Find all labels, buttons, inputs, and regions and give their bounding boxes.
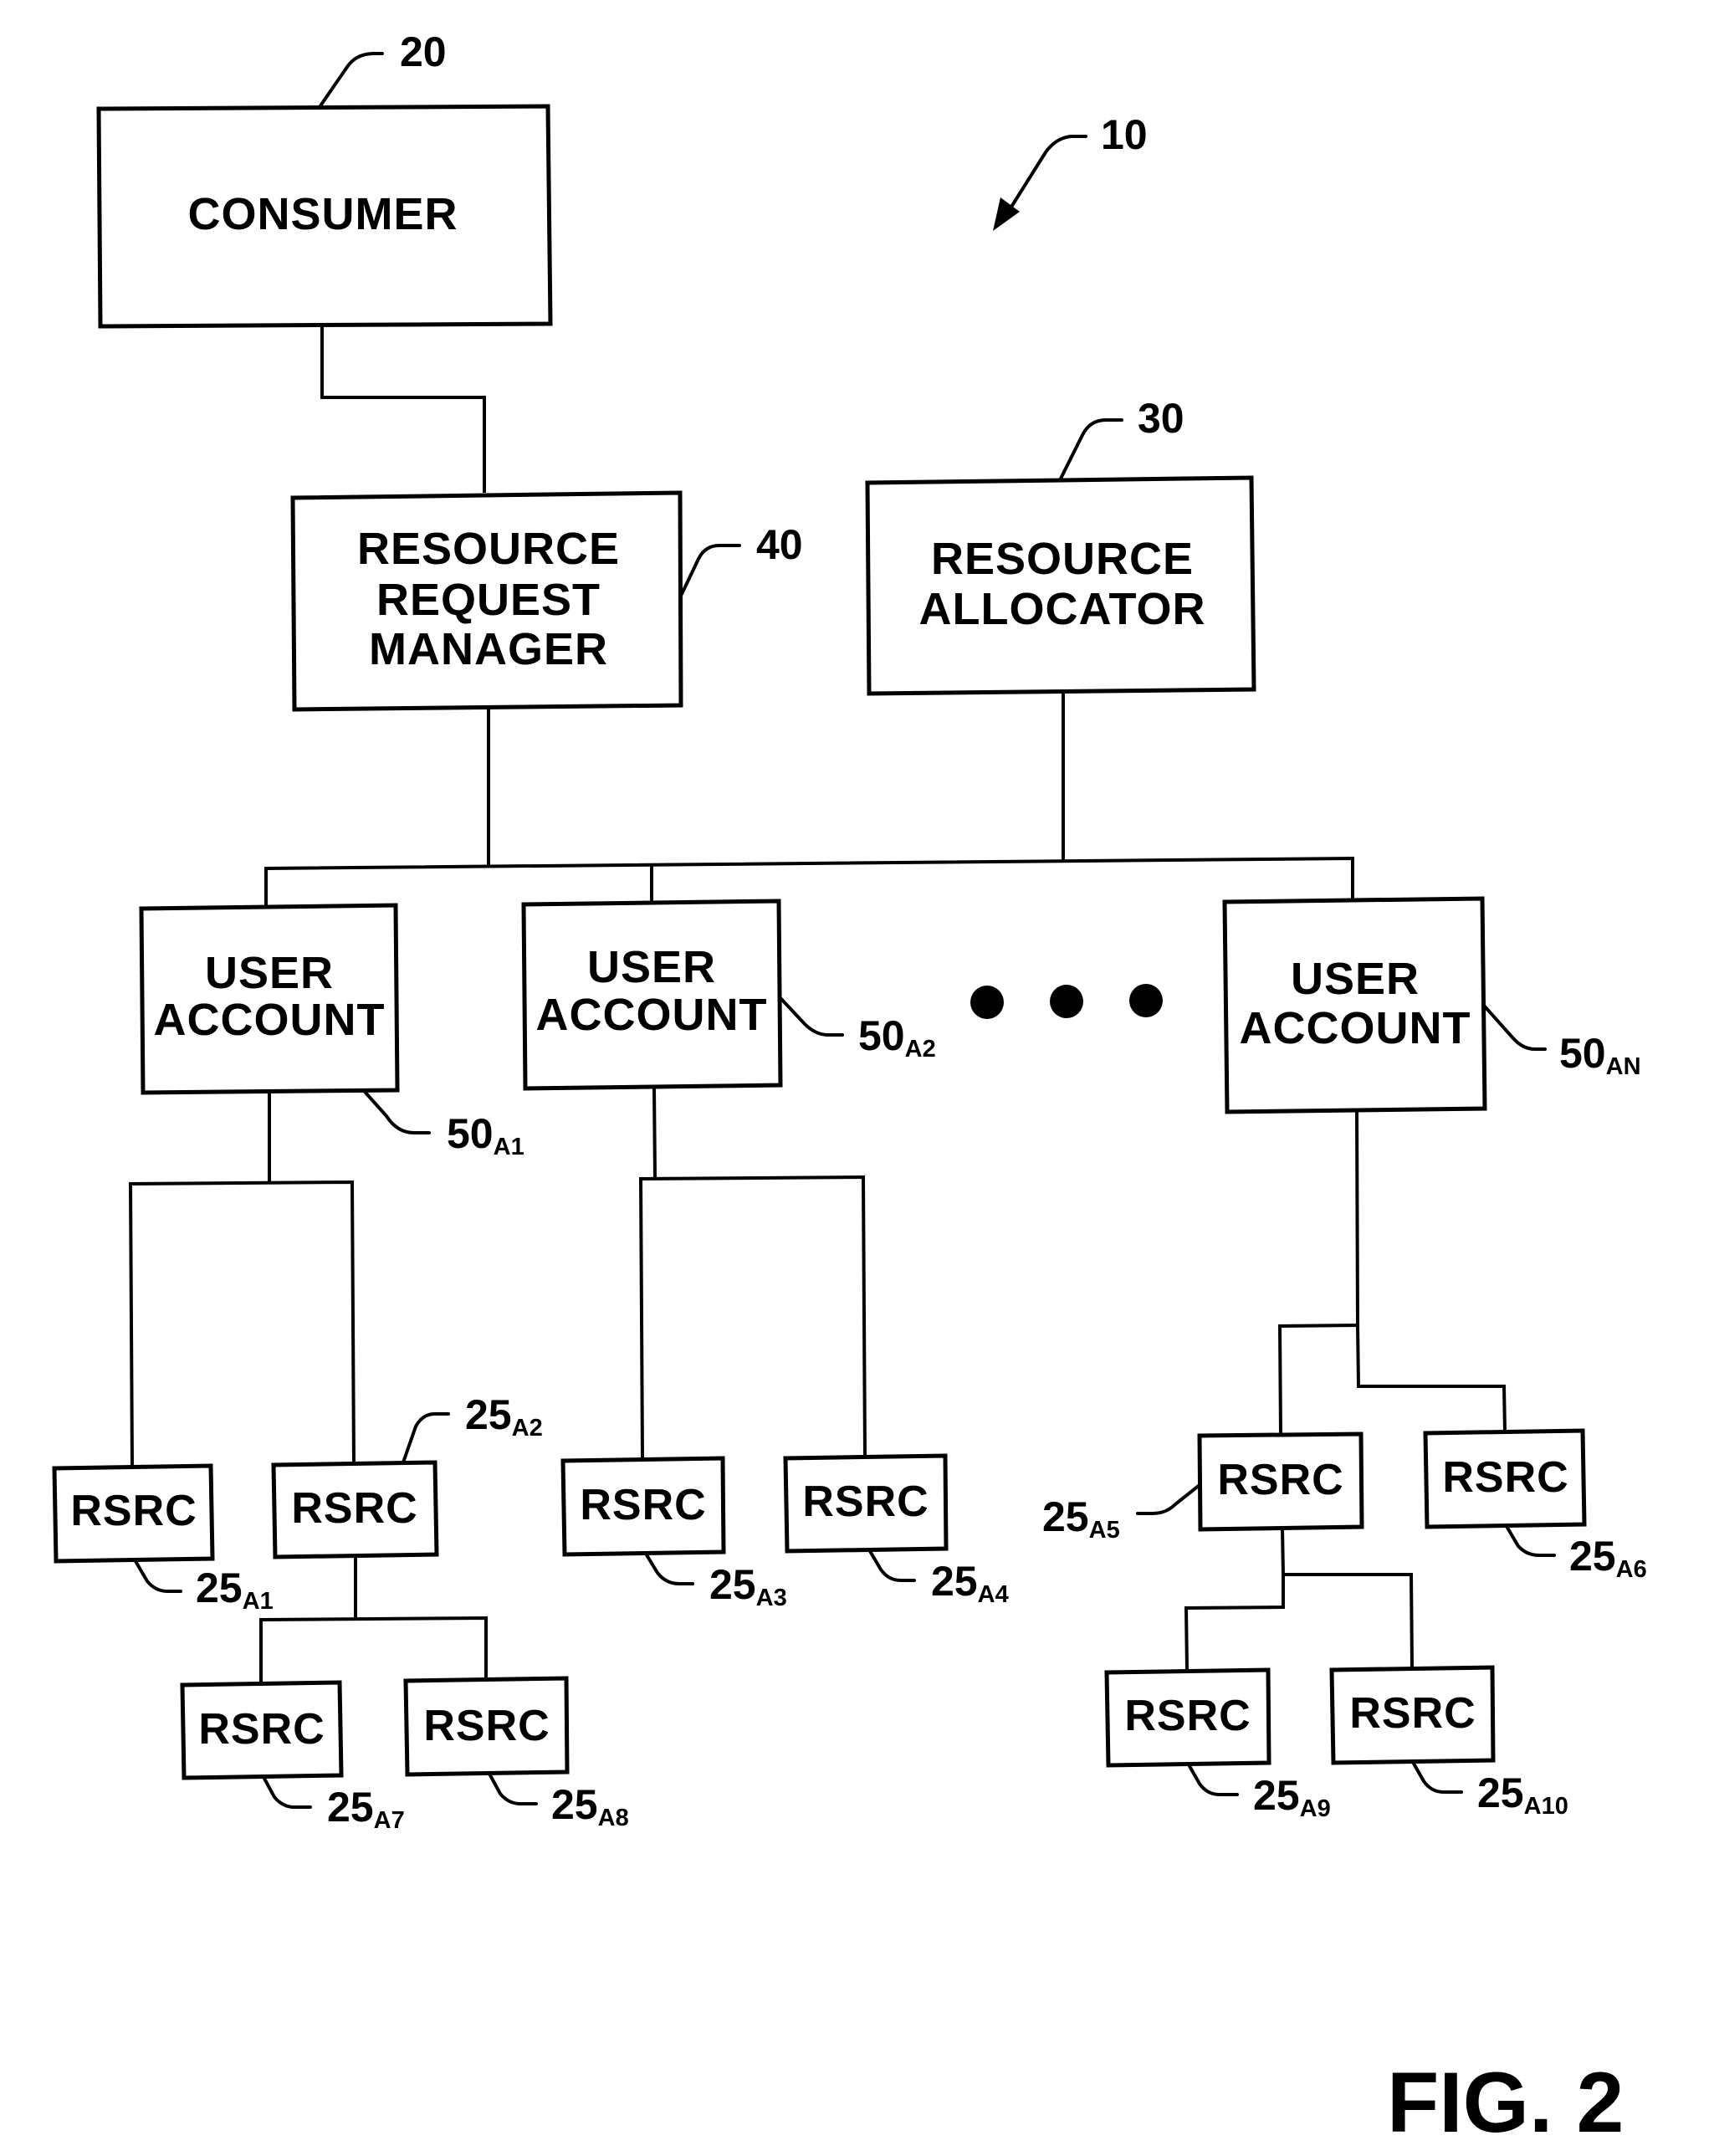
ref-10: 10: [1101, 111, 1148, 158]
ellipsis-dot-icon: [1050, 985, 1083, 1018]
resource-label: RSRC: [1217, 1456, 1343, 1504]
wire-ua2-branch: [638, 1175, 867, 1459]
user-account-A2[interactable]: USER ACCOUNT: [521, 899, 783, 1091]
resource-A9[interactable]: RSRC: [1104, 1667, 1271, 1768]
wire-rsrc-a5-branch-left: [1184, 1575, 1285, 1671]
rrm-label-line-3: MANAGER: [369, 624, 608, 674]
wire-uan-branch-right: [1356, 1324, 1507, 1432]
ref-25-A4: 25A4: [931, 1558, 1009, 1608]
ref-25-A10: 25A10: [1477, 1769, 1568, 1820]
user-account-label-line-2: ACCOUNT: [1240, 1003, 1471, 1053]
user-account-label-line-2: ACCOUNT: [536, 990, 768, 1040]
resource-A7[interactable]: RSRC: [180, 1680, 344, 1780]
ref-50-A2: 50A2: [858, 1012, 936, 1063]
ref-leader-25-A5: [1136, 1483, 1201, 1515]
ref-25-A1: 25A1: [196, 1565, 274, 1615]
system-ref-10: 10: [993, 111, 1148, 231]
ref-leader-30: [1059, 418, 1123, 480]
ref-leader-25-A3: [644, 1552, 694, 1585]
ref-leader-25-A8: [488, 1772, 538, 1805]
resource-label: RSRC: [1349, 1689, 1476, 1738]
ref-leader-25-A10: [1412, 1762, 1463, 1794]
ref-25-A5: 25A5: [1042, 1493, 1120, 1544]
ref-leader-50-A1: [364, 1091, 431, 1134]
ref-leader-25-A9: [1188, 1764, 1239, 1796]
system-arrow-shaft: [1007, 135, 1087, 213]
ref-50-A1: 50A1: [447, 1110, 524, 1160]
ellipsis-dot-icon: [1129, 984, 1163, 1017]
resource-A2[interactable]: RSRC: [271, 1460, 439, 1559]
resource-label: RSRC: [802, 1477, 929, 1526]
resource-label: RSRC: [423, 1702, 550, 1750]
ellipsis-dot-icon: [970, 986, 1004, 1019]
user-account-label-line-1: USER: [1291, 954, 1420, 1004]
resource-A6[interactable]: RSRC: [1423, 1428, 1587, 1529]
consumer-block[interactable]: CONSUMER: [96, 104, 553, 329]
resource-label: RSRC: [198, 1705, 325, 1754]
resource-A4[interactable]: RSRC: [783, 1453, 949, 1554]
ref-leader-25-A4: [868, 1549, 916, 1582]
user-account-A1[interactable]: USER ACCOUNT: [139, 903, 400, 1095]
wire-ua2-down: [652, 1087, 657, 1179]
ref-leader-25-A7: [262, 1775, 312, 1809]
resource-label: RSRC: [580, 1481, 706, 1529]
wire-rsrc-a5-branch-right: [1281, 1528, 1414, 1668]
ref-leader-25-A2: [402, 1412, 450, 1464]
ref-leader-40: [680, 544, 741, 596]
ref-40: 40: [756, 521, 803, 568]
resource-A5[interactable]: RSRC: [1197, 1431, 1364, 1532]
ref-leader-20: [318, 52, 384, 109]
consumer-label: CONSUMER: [187, 189, 458, 239]
allocator-label-line-2: ALLOCATOR: [919, 584, 1206, 634]
resource-label: RSRC: [70, 1487, 197, 1535]
diagram-canvas: CONSUMER 20 10 RESOURCE REQUEST MANAGER …: [52, 28, 1647, 2150]
ref-25-A7: 25A7: [327, 1784, 405, 1834]
wire-rsrc-a2-branch: [259, 1616, 488, 1683]
ref-25-A9: 25A9: [1253, 1772, 1331, 1822]
resource-label: RSRC: [1124, 1692, 1251, 1740]
resource-A10[interactable]: RSRC: [1329, 1665, 1496, 1765]
resource-A1[interactable]: RSRC: [52, 1463, 215, 1564]
resource-A3[interactable]: RSRC: [560, 1456, 726, 1557]
figure-caption: FIG. 2: [1387, 2055, 1624, 2150]
user-account-label-line-1: USER: [205, 948, 334, 998]
wire-main-bus: [264, 856, 1354, 909]
ref-25-A8: 25A8: [551, 1781, 629, 1831]
ref-50-AN: 50AN: [1559, 1030, 1641, 1080]
ref-leader-50-A2: [779, 996, 844, 1037]
user-account-label-line-2: ACCOUNT: [154, 995, 386, 1045]
wire-uan-down: [1277, 1111, 1360, 1435]
wire-consumer-to-rrm: [320, 324, 486, 493]
rrm-label-line-2: REQUEST: [376, 575, 601, 625]
resource-allocator-block[interactable]: RESOURCE ALLOCATOR: [865, 475, 1256, 696]
wire-ua1-branch: [128, 1180, 356, 1467]
ref-30: 30: [1138, 395, 1184, 442]
resource-A8[interactable]: RSRC: [403, 1676, 570, 1777]
ref-leader-25-A1: [134, 1559, 182, 1593]
ellipsis-more-accounts: [970, 984, 1163, 1019]
ref-leader-50-AN: [1483, 1005, 1547, 1051]
ref-25-A3: 25A3: [709, 1561, 787, 1611]
resource-request-manager-block[interactable]: RESOURCE REQUEST MANAGER: [290, 490, 683, 712]
ref-25-A2: 25A2: [465, 1391, 543, 1442]
ref-25-A6: 25A6: [1569, 1533, 1647, 1583]
allocator-label-line-1: RESOURCE: [931, 534, 1194, 584]
resource-label: RSRC: [1442, 1453, 1568, 1502]
ref-leader-25-A6: [1506, 1526, 1556, 1557]
resource-label: RSRC: [291, 1484, 417, 1533]
user-account-AN[interactable]: USER ACCOUNT: [1222, 896, 1487, 1114]
user-account-label-line-1: USER: [587, 942, 716, 992]
rrm-label-line-1: RESOURCE: [357, 524, 620, 574]
ref-20: 20: [400, 28, 447, 75]
